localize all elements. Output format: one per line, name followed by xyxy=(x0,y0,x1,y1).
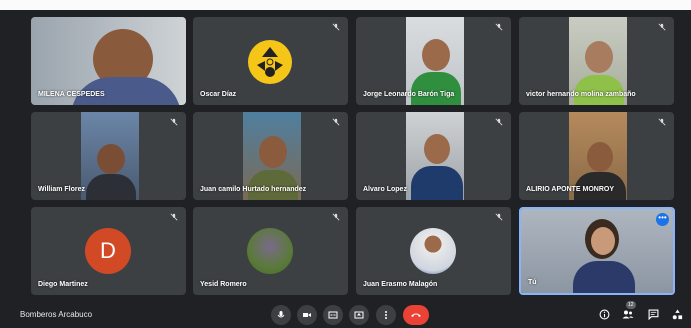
mic-off-icon xyxy=(332,23,340,31)
participant-figure xyxy=(424,134,450,164)
avatar: D xyxy=(85,228,131,274)
participant-figure xyxy=(97,144,125,174)
chat-icon xyxy=(648,309,658,320)
captions-button[interactable] xyxy=(323,305,343,325)
participant-tile[interactable]: Alvaro Lopez xyxy=(356,112,511,200)
mic-off-icon xyxy=(495,118,503,126)
captions-icon xyxy=(328,311,338,319)
participant-name: MILENA CESPEDES xyxy=(38,91,105,98)
participant-figure xyxy=(411,72,461,105)
people-count-badge: 12 xyxy=(626,301,636,309)
participant-tile[interactable]: Yesid Romero xyxy=(193,207,348,295)
activities-icon xyxy=(672,309,682,319)
participant-figure xyxy=(591,227,615,255)
participant-tile[interactable]: Juan camilo Hurtado hernandez xyxy=(193,112,348,200)
participant-figure xyxy=(86,174,136,200)
mic-off-icon xyxy=(170,118,178,126)
mic-off-icon xyxy=(495,23,503,31)
mic-icon xyxy=(277,311,285,318)
participant-tile[interactable]: MILENA CESPEDES xyxy=(31,17,186,105)
people-button[interactable]: 12 xyxy=(622,301,636,320)
mic-off-icon xyxy=(332,213,340,221)
present-icon xyxy=(354,311,364,319)
hang-up-icon xyxy=(411,313,421,317)
meeting-title: Bomberos Arcabuco xyxy=(20,310,93,319)
participant-tile[interactable]: William Florez xyxy=(31,112,186,200)
participant-figure xyxy=(248,170,298,200)
participant-figure xyxy=(411,166,463,200)
more-vert-icon xyxy=(385,311,387,319)
biohazard-logo xyxy=(248,40,292,84)
mic-off-icon xyxy=(332,118,340,126)
mic-off-icon xyxy=(658,118,666,126)
avatar xyxy=(410,228,456,274)
participant-name: Jorge Leonardo Barón Tiga xyxy=(363,91,455,98)
participant-grid: MILENA CESPEDES Oscar Díaz Jorge Leonard… xyxy=(0,0,691,300)
participant-name: Yesid Romero xyxy=(200,281,247,288)
participant-figure xyxy=(587,142,613,172)
participant-tile[interactable]: Jorge Leonardo Barón Tiga xyxy=(356,17,511,105)
participant-name: victor hernando molina zambaño xyxy=(526,91,636,98)
participant-name: William Florez xyxy=(38,186,86,193)
mic-off-icon xyxy=(170,213,178,221)
participant-tile[interactable]: Oscar Díaz xyxy=(193,17,348,105)
participant-figure xyxy=(573,261,635,293)
info-button[interactable] xyxy=(598,308,610,320)
chat-button[interactable] xyxy=(647,308,659,320)
participant-tile[interactable]: victor hernando molina zambaño xyxy=(519,17,674,105)
participant-tile[interactable]: ALIRIO APONTE MONROY xyxy=(519,112,674,200)
self-tile[interactable]: ••• Tú xyxy=(519,207,675,295)
participant-name: Oscar Díaz xyxy=(200,91,237,98)
participant-name: Alvaro Lopez xyxy=(363,186,407,193)
present-button[interactable] xyxy=(349,305,369,325)
participant-name: Juan camilo Hurtado hernandez xyxy=(200,186,307,193)
more-options-icon[interactable]: ••• xyxy=(656,213,669,226)
mic-off-icon xyxy=(658,23,666,31)
participant-name: Tú xyxy=(528,279,537,286)
info-icon xyxy=(599,309,609,319)
participant-name: Juan Erasmo Malagón xyxy=(363,281,438,288)
participant-tile[interactable]: D Diego Martinez xyxy=(31,207,186,295)
mic-off-icon xyxy=(495,213,503,221)
more-button[interactable] xyxy=(376,305,396,325)
avatar xyxy=(247,228,293,274)
camera-icon xyxy=(303,313,311,317)
participant-name: ALIRIO APONTE MONROY xyxy=(526,186,615,193)
camera-button[interactable] xyxy=(297,305,317,325)
participant-figure xyxy=(574,75,624,105)
participant-figure xyxy=(259,136,287,168)
bottom-control-bar: Bomberos Arcabuco 12 xyxy=(0,300,691,328)
participant-figure xyxy=(422,39,450,71)
participant-tile[interactable]: Juan Erasmo Malagón xyxy=(356,207,511,295)
mic-button[interactable] xyxy=(271,305,291,325)
participant-figure xyxy=(585,41,613,73)
people-icon xyxy=(622,310,634,318)
leave-call-button[interactable] xyxy=(403,305,429,325)
activities-button[interactable] xyxy=(671,308,683,320)
participant-name: Diego Martinez xyxy=(38,281,88,288)
